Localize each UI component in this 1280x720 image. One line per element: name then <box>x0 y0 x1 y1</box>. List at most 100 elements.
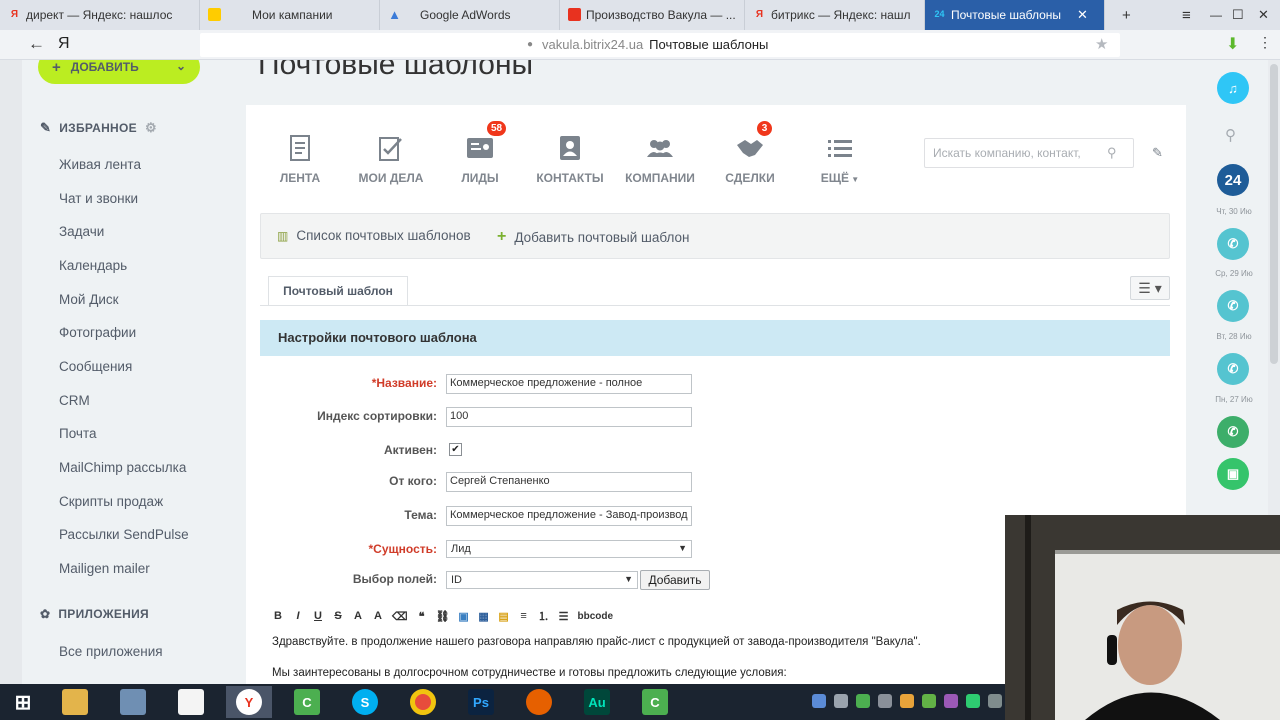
bold-button[interactable]: B <box>272 610 284 622</box>
crm-item-contacts[interactable]: КОНТАКТЫ <box>525 133 615 185</box>
name-field[interactable]: Коммерческое предложение - полное <box>446 374 692 394</box>
sidebar-item-mailchimp[interactable]: MailChimp рассылка <box>59 460 186 475</box>
sidebar-item-all-apps[interactable]: Все приложения <box>59 644 163 659</box>
strike-button[interactable]: S <box>332 610 344 622</box>
font-color-icon[interactable]: A <box>372 610 384 622</box>
search-icon[interactable]: ⚲ <box>1225 126 1236 144</box>
bell-icon[interactable]: ♫ <box>1217 72 1249 104</box>
crm-item-my-tasks[interactable]: МОИ ДЕЛА <box>346 133 436 185</box>
sidebar-item-sendpulse[interactable]: Рассылки SendPulse <box>59 527 189 542</box>
tray-app-icon[interactable] <box>856 694 870 708</box>
yandex-browser-icon[interactable]: Y <box>226 686 272 718</box>
windows-start-icon[interactable]: ⊞ <box>0 686 46 718</box>
browser-tab[interactable]: Производство Вакула — ... <box>560 0 745 30</box>
phone-icon[interactable]: ✆ <box>1217 290 1249 322</box>
quote-icon[interactable]: ❝ <box>416 610 428 623</box>
add-button[interactable]: + ДОБАВИТЬ ⌄ <box>38 60 200 84</box>
chrome-icon[interactable] <box>400 686 446 718</box>
tray-app-icon[interactable] <box>966 694 980 708</box>
close-tab-icon[interactable]: ✕ <box>1077 7 1088 23</box>
minimize-icon[interactable]: — <box>1210 0 1222 30</box>
crm-item-deals[interactable]: 3 СДЕЛКИ <box>705 121 795 185</box>
sidebar-item-feed[interactable]: Живая лента <box>59 157 141 172</box>
subject-field[interactable]: Коммерческое предложение - Завод-произво… <box>446 506 692 526</box>
sidebar-item-photos[interactable]: Фотографии <box>59 325 136 340</box>
tray-app-icon[interactable] <box>944 694 958 708</box>
sort-field[interactable]: 100 <box>446 407 692 427</box>
bullet-list-icon[interactable]: ☰ <box>558 610 570 623</box>
tray-app-icon[interactable] <box>922 694 936 708</box>
sidebar-item-messages[interactable]: Сообщения <box>59 359 132 374</box>
camtasia-recorder-icon[interactable]: C <box>632 686 678 718</box>
skype-icon[interactable]: S <box>342 686 388 718</box>
image-icon[interactable]: ▣ <box>458 610 470 623</box>
crm-item-companies[interactable]: КОМПАНИИ <box>615 133 705 185</box>
download-icon[interactable]: ⬇ <box>1226 34 1239 54</box>
back-icon[interactable]: ← <box>28 34 45 54</box>
sidebar-item-calendar[interactable]: Календарь <box>59 258 127 273</box>
sidebar-item-crm[interactable]: CRM <box>59 393 90 408</box>
font-size-icon[interactable]: A <box>352 610 364 622</box>
search-icon[interactable]: ⚲ <box>1107 145 1117 161</box>
underline-button[interactable]: U <box>312 610 324 622</box>
tab-email-template[interactable]: Почтовый шаблон <box>268 276 408 306</box>
browser-tab[interactable]: Я битрикс — Яндекс: нашл <box>745 0 925 30</box>
add-template-link[interactable]: + Добавить почтовый шаблон <box>497 228 689 246</box>
bookmark-star-icon[interactable]: ★ <box>1095 35 1108 53</box>
tray-volume-icon[interactable] <box>834 694 848 708</box>
crm-search-input[interactable]: Искать компанию, контакт, <box>924 138 1134 168</box>
file-explorer-icon[interactable] <box>52 686 98 718</box>
lock-icon[interactable]: ▣ <box>1217 458 1249 490</box>
entity-select[interactable]: Лид ▼ <box>446 540 692 558</box>
eraser-icon[interactable]: ⌫ <box>392 610 408 623</box>
phone-icon[interactable]: ✆ <box>1217 353 1249 385</box>
italic-button[interactable]: I <box>292 610 304 622</box>
audition-icon[interactable]: Au <box>574 686 620 718</box>
align-icon[interactable]: ≡ <box>518 610 530 622</box>
scroll-thumb[interactable] <box>1270 64 1278 364</box>
browser-tab[interactable]: Мои кампании <box>200 0 380 30</box>
email-body-line[interactable]: Мы заинтересованы в долгосрочном сотрудн… <box>272 667 787 679</box>
counter-24-icon[interactable]: 24 <box>1217 164 1249 196</box>
active-checkbox[interactable]: ✔ <box>449 443 462 456</box>
sidebar-item-sales-scripts[interactable]: Скрипты продаж <box>59 494 163 509</box>
from-field[interactable]: Сергей Степаненко <box>446 472 692 492</box>
tray-app-icon[interactable] <box>900 694 914 708</box>
document-icon[interactable] <box>168 686 214 718</box>
crm-item-feed[interactable]: ЛЕНТА <box>255 133 345 185</box>
phone-icon[interactable]: ✆ <box>1217 228 1249 260</box>
email-body-line[interactable]: Здравствуйте. в продолжение нашего разго… <box>272 636 921 648</box>
pin-icon[interactable]: ✎ <box>1152 145 1163 161</box>
sidebar-item-mailigen[interactable]: Mailigen mailer <box>59 561 150 576</box>
sidebar-item-tasks[interactable]: Задачи <box>59 224 104 239</box>
sidebar-item-chat[interactable]: Чат и звонки <box>59 191 138 206</box>
maximize-icon[interactable]: ☐ <box>1232 0 1244 30</box>
firefox-icon[interactable] <box>516 686 562 718</box>
browser-tab[interactable]: ▲ Google AdWords <box>380 0 560 30</box>
browser-tab-active[interactable]: 24 Почтовые шаблоны ✕ <box>925 0 1105 30</box>
fields-select[interactable]: ID ▼ <box>446 571 638 589</box>
video-icon[interactable]: ▦ <box>478 610 490 623</box>
templates-list-link[interactable]: ▥ Список почтовых шаблонов <box>277 228 471 243</box>
calculator-icon[interactable] <box>110 686 156 718</box>
link-icon[interactable]: ⛓ <box>436 610 450 623</box>
bbcode-button[interactable]: bbcode <box>578 611 614 622</box>
more-icon[interactable]: ⋮ <box>1258 34 1272 51</box>
menu-icon[interactable]: ≡ <box>1182 0 1191 30</box>
gear-icon[interactable]: ⚙ <box>145 120 157 136</box>
camtasia-icon[interactable]: C <box>284 686 330 718</box>
tray-app-icon[interactable] <box>878 694 892 708</box>
add-field-button[interactable]: Добавить <box>640 570 710 590</box>
crm-item-leads[interactable]: 58 ЛИДЫ <box>435 121 525 185</box>
numbered-list-icon[interactable]: ⒈ <box>538 608 550 624</box>
tray-app-icon[interactable] <box>988 694 1002 708</box>
tray-network-icon[interactable] <box>812 694 826 708</box>
phone-icon[interactable]: ✆ <box>1217 416 1249 448</box>
new-tab-button[interactable]: + <box>1122 0 1131 30</box>
close-window-icon[interactable]: ✕ <box>1258 0 1269 30</box>
table-icon[interactable]: ▤ <box>498 610 510 623</box>
photoshop-icon[interactable]: Ps <box>458 686 504 718</box>
sidebar-item-disk[interactable]: Мой Диск <box>59 292 119 307</box>
sidebar-item-mail[interactable]: Почта <box>59 426 97 441</box>
crm-item-more[interactable]: ЕЩЁ ▼ <box>795 133 885 185</box>
